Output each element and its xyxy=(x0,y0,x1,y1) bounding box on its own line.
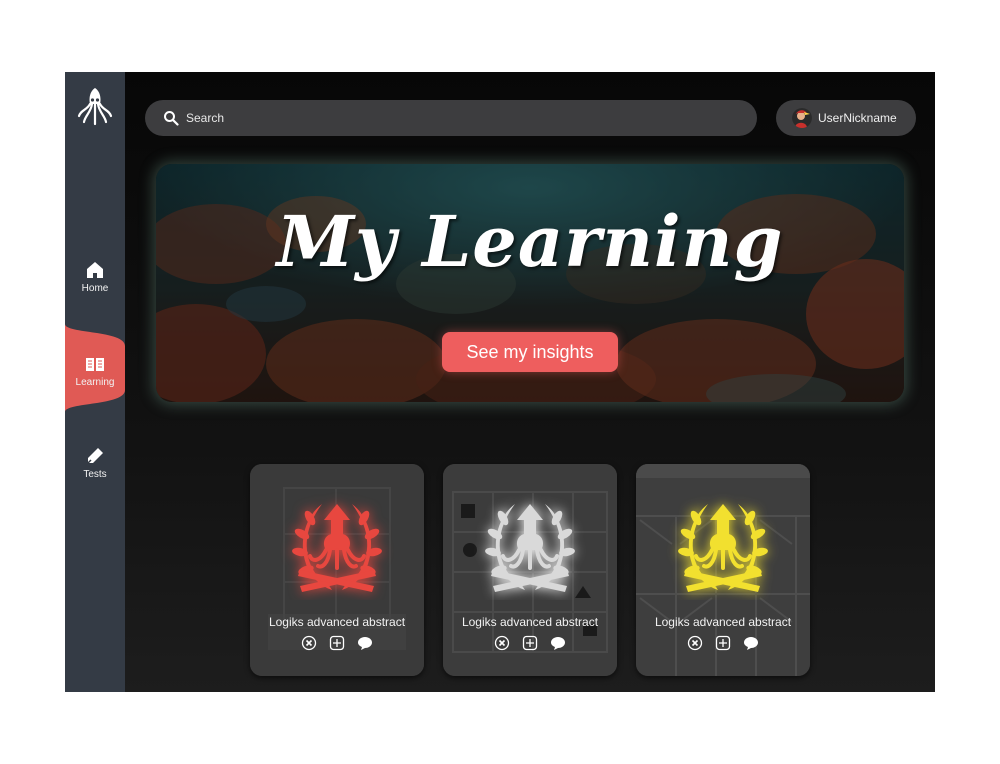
app-window: Home Learning Tests Search UserNickname … xyxy=(65,72,935,692)
sidebar-item-tests[interactable]: Tests xyxy=(65,446,125,496)
course-card[interactable]: Logiks advanced abstract xyxy=(443,464,617,676)
search-bar[interactable]: Search xyxy=(145,100,757,136)
user-menu-button[interactable]: UserNickname xyxy=(776,100,916,136)
laurel-squid-gold-icon xyxy=(678,504,768,592)
see-insights-button[interactable]: See my insights xyxy=(442,332,618,372)
grid-icon[interactable] xyxy=(715,635,731,651)
laurel-squid-red-icon xyxy=(292,504,382,592)
settings-icon[interactable] xyxy=(687,635,703,651)
search-input[interactable]: Search xyxy=(186,111,224,125)
course-card[interactable]: Logiks advanced abstract xyxy=(250,464,424,676)
card-title: Logiks advanced abstract xyxy=(461,615,599,629)
search-icon xyxy=(164,111,179,126)
page-title: My Learning xyxy=(276,200,784,283)
card-icons xyxy=(443,635,617,651)
user-name: UserNickname xyxy=(818,111,897,125)
book-icon xyxy=(86,358,104,371)
squid-logo-icon[interactable] xyxy=(77,86,113,126)
chat-icon[interactable] xyxy=(357,635,373,651)
card-title: Logiks advanced abstract xyxy=(268,615,406,629)
sidebar: Home Learning Tests xyxy=(65,72,125,692)
sidebar-item-label: Home xyxy=(81,283,109,294)
sidebar-item-label: Tests xyxy=(83,469,107,480)
grid-icon[interactable] xyxy=(522,635,538,651)
laurel-squid-silver-icon xyxy=(485,504,575,592)
card-title: Logiks advanced abstract xyxy=(654,615,792,629)
chat-icon[interactable] xyxy=(743,635,759,651)
sidebar-item-learning[interactable]: Learning xyxy=(65,354,125,404)
grid-icon[interactable] xyxy=(329,635,345,651)
card-icons xyxy=(636,635,810,651)
chat-icon[interactable] xyxy=(550,635,566,651)
hero-banner: My Learning See my insights xyxy=(156,164,904,402)
card-icons xyxy=(250,635,424,651)
sidebar-item-home[interactable]: Home xyxy=(65,260,125,310)
settings-icon[interactable] xyxy=(301,635,317,651)
home-icon xyxy=(87,262,103,278)
avatar xyxy=(792,108,812,128)
pen-icon xyxy=(87,448,103,464)
settings-icon[interactable] xyxy=(494,635,510,651)
sidebar-item-label: Learning xyxy=(75,377,115,388)
course-card[interactable]: Logiks advanced abstract xyxy=(636,464,810,676)
